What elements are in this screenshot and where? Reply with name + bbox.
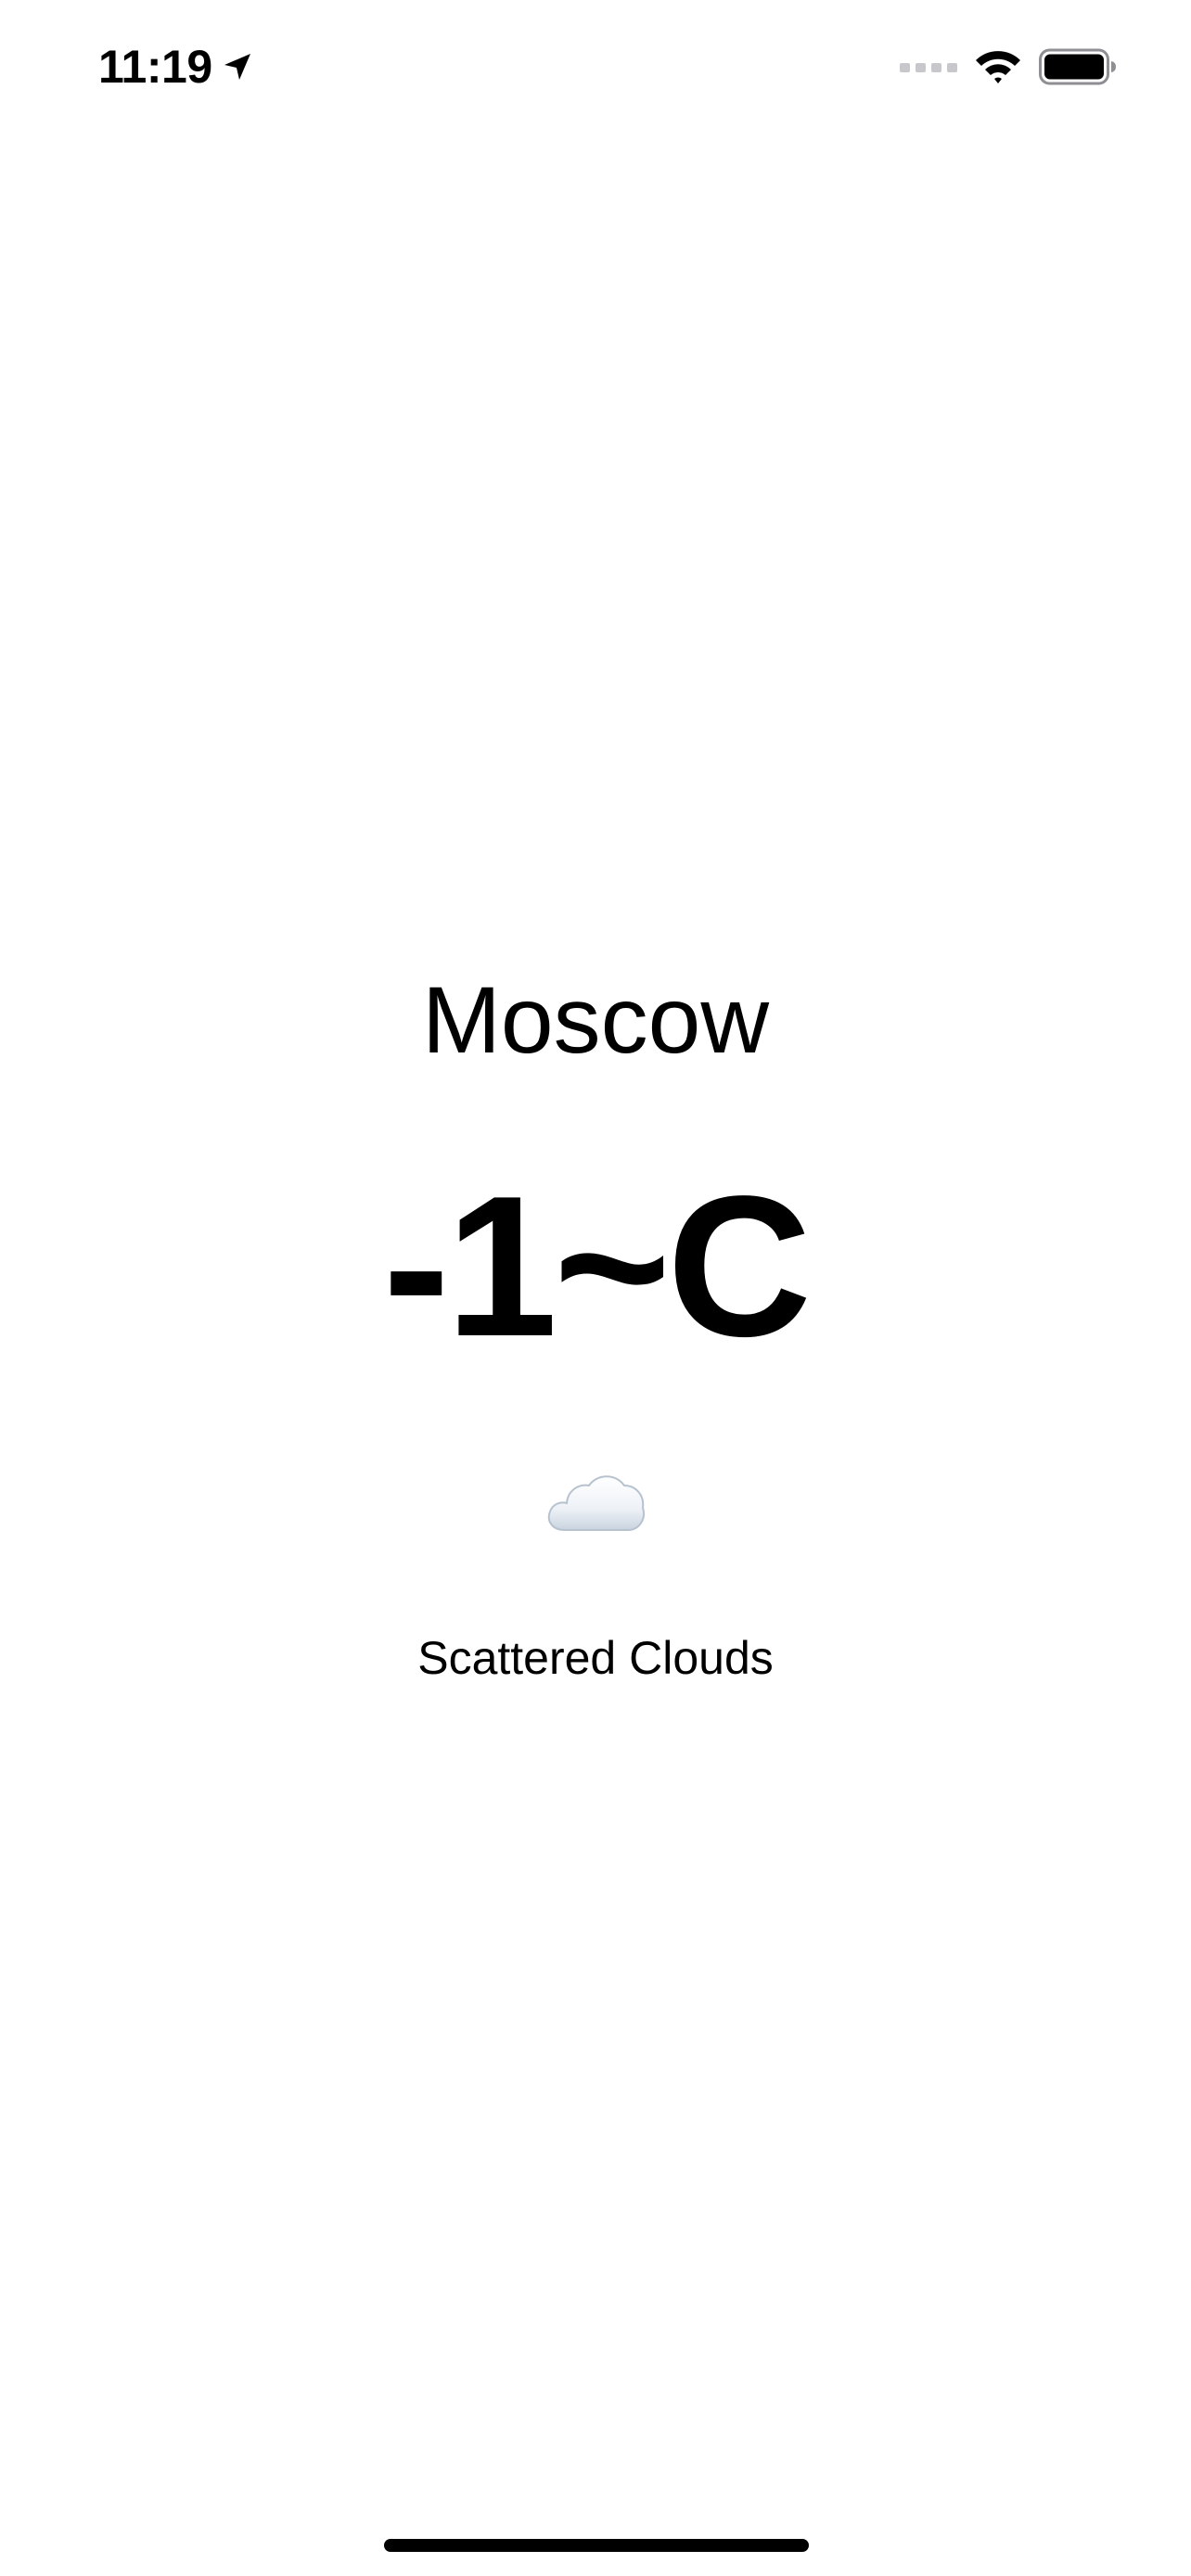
temperature: -1~C	[382, 1154, 812, 1378]
cellular-signal-icon	[900, 60, 957, 73]
city-name: Moscow	[421, 967, 770, 1073]
status-time: 11:19	[98, 41, 212, 93]
cloud-icon	[0, 1465, 1191, 1558]
condition-description: Scattered Clouds	[417, 1632, 774, 1684]
battery-icon	[1039, 48, 1117, 85]
location-arrow-icon	[222, 51, 253, 83]
status-bar: 11:19	[0, 0, 1191, 139]
wifi-icon	[974, 48, 1022, 85]
home-indicator[interactable]	[384, 2539, 809, 2552]
status-time-group: 11:19	[98, 39, 253, 95]
status-icons	[900, 43, 1117, 91]
